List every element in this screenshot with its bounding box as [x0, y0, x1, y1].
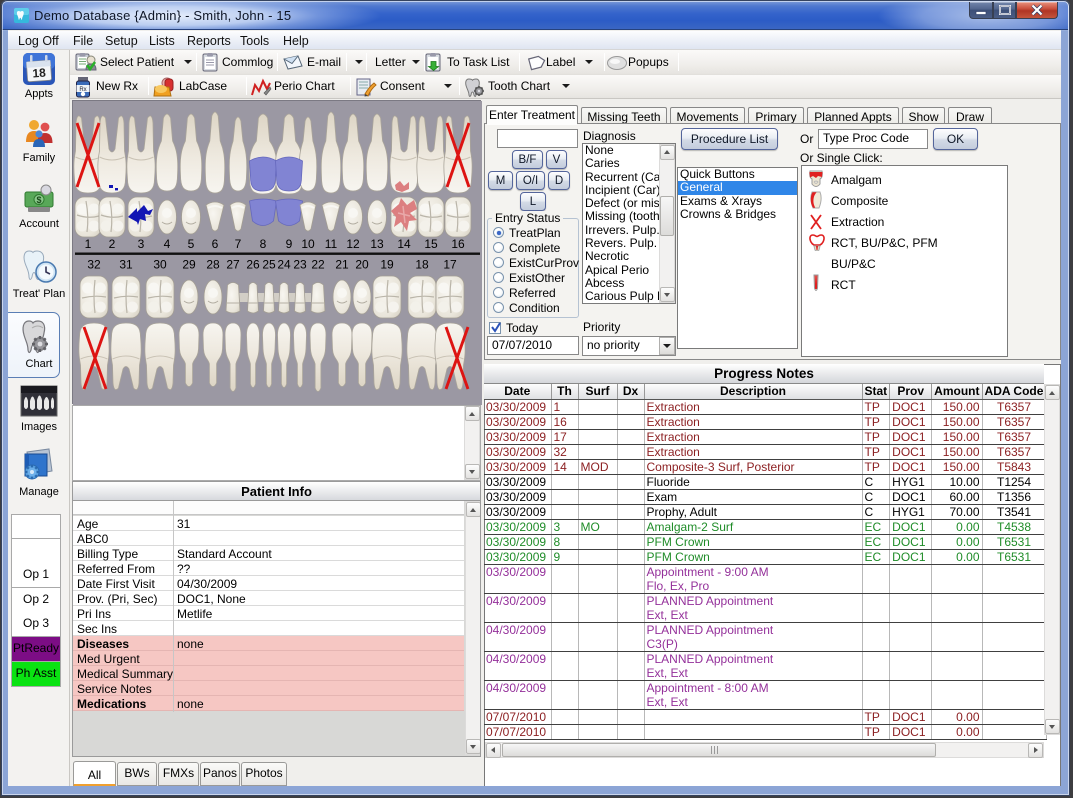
svg-text:31: 31	[119, 258, 133, 272]
svg-text:2: 2	[109, 237, 116, 251]
svg-text:14: 14	[397, 237, 411, 251]
svg-text:23: 23	[293, 258, 307, 272]
svg-text:17: 17	[443, 258, 457, 272]
svg-text:21: 21	[335, 258, 349, 272]
svg-text:9: 9	[286, 237, 293, 251]
svg-text:28: 28	[206, 258, 220, 272]
svg-text:18: 18	[32, 66, 47, 81]
svg-text:15: 15	[424, 237, 438, 251]
svg-text:19: 19	[380, 258, 394, 272]
svg-text:30: 30	[153, 258, 167, 272]
svg-text:10: 10	[301, 237, 315, 251]
svg-text:18: 18	[415, 258, 429, 272]
svg-text:$: $	[36, 195, 41, 205]
svg-text:4: 4	[164, 237, 171, 251]
svg-text:16: 16	[451, 237, 465, 251]
svg-text:22: 22	[311, 258, 325, 272]
svg-text:13: 13	[370, 237, 384, 251]
svg-text:20: 20	[355, 258, 369, 272]
svg-text:8: 8	[260, 237, 267, 251]
svg-text:26: 26	[246, 258, 260, 272]
svg-text:25: 25	[262, 258, 276, 272]
svg-text:7: 7	[235, 237, 242, 251]
svg-text:27: 27	[226, 258, 240, 272]
svg-text:1: 1	[85, 237, 92, 251]
svg-text:32: 32	[87, 258, 101, 272]
svg-text:12: 12	[346, 237, 360, 251]
svg-text:29: 29	[182, 258, 196, 272]
svg-text:11: 11	[325, 237, 338, 251]
svg-text:3: 3	[138, 237, 145, 251]
svg-text:6: 6	[212, 237, 219, 251]
svg-text:5: 5	[188, 237, 195, 251]
svg-text:Rx: Rx	[79, 87, 86, 93]
svg-text:24: 24	[277, 258, 291, 272]
